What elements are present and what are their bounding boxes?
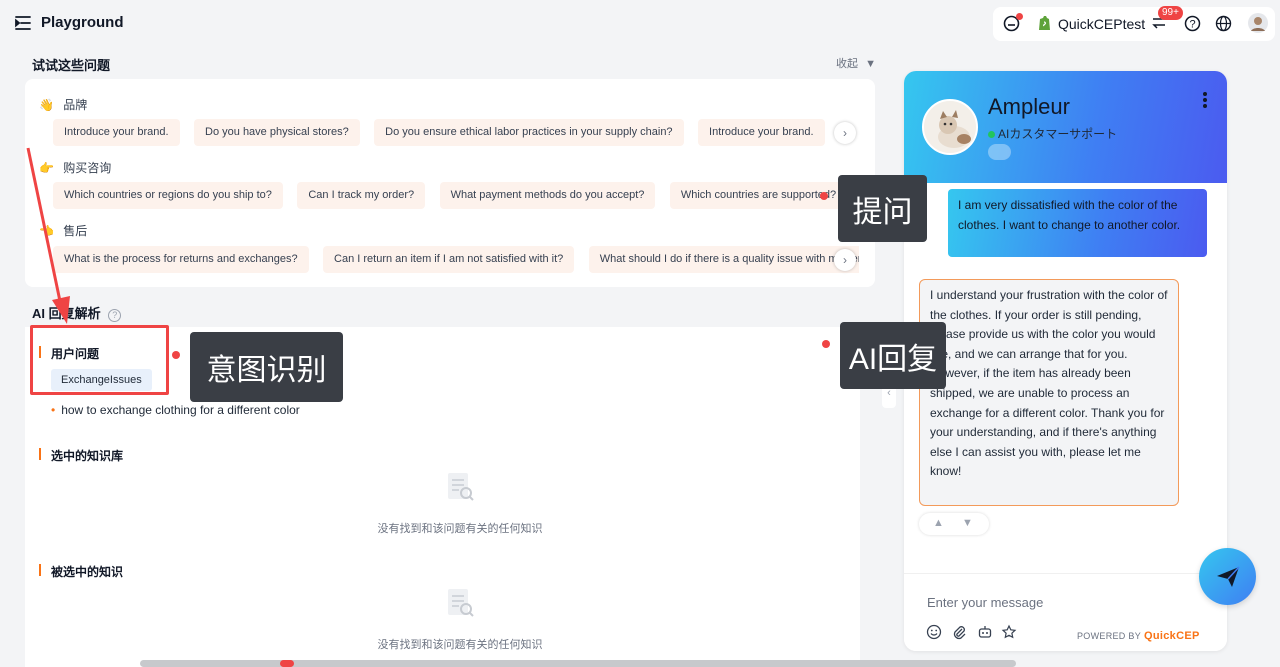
annotation-dot (820, 192, 828, 200)
annotation-dot (822, 340, 830, 348)
annotation-dot (172, 351, 180, 359)
horizontal-scrollbar[interactable] (140, 660, 1016, 667)
scrollbar-marker (280, 660, 294, 667)
annotation-intent: 意图识别 (190, 332, 343, 402)
annotation-reply: AI回复 (840, 322, 946, 389)
annotation-ask: 提问 (838, 175, 927, 242)
